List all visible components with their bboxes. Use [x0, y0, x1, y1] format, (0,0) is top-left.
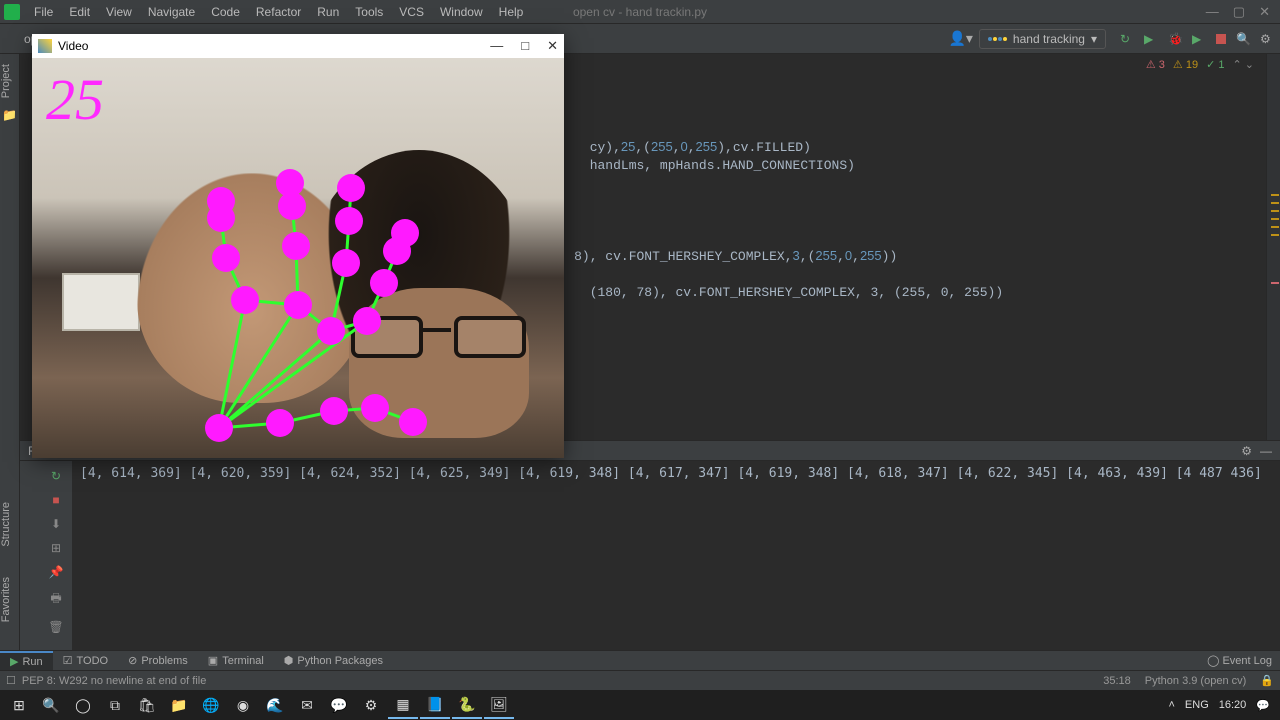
debug-icon[interactable]: 🐞: [1168, 32, 1182, 46]
notifications-icon[interactable]: 💬: [1256, 699, 1270, 712]
tray-chevron-icon[interactable]: ˄: [1168, 699, 1174, 711]
language-indicator[interactable]: ENG: [1185, 699, 1209, 711]
menu-tools[interactable]: Tools: [347, 0, 391, 24]
video-frame: 25: [32, 58, 564, 458]
cortana-icon[interactable]: ◯: [68, 691, 98, 719]
search-icon[interactable]: 🔍: [1236, 32, 1250, 46]
mail-icon[interactable]: ✉: [292, 691, 322, 719]
stop-icon[interactable]: [1216, 34, 1226, 44]
tab-todo[interactable]: ☑TODO: [53, 651, 118, 670]
interpreter-label[interactable]: Python 3.9 (open cv): [1145, 675, 1247, 687]
left-tool-strip: Project 📁 Structure Favorites: [0, 54, 20, 670]
settings-taskbar-icon[interactable]: ⚙: [356, 691, 386, 719]
video-minimize-icon[interactable]: —: [490, 38, 503, 54]
ide-menubar: FileEditViewNavigateCodeRefactorRunTools…: [0, 0, 1280, 24]
menu-vcs[interactable]: VCS: [391, 0, 432, 24]
event-log-link[interactable]: ◯ Event Log: [1207, 654, 1280, 667]
run-coverage-icon[interactable]: ▶: [1192, 32, 1206, 46]
lock-icon[interactable]: 🔒: [1260, 674, 1274, 687]
close-icon[interactable]: ✕: [1259, 4, 1270, 20]
print-icon[interactable]: 🖶: [50, 589, 61, 610]
menu-code[interactable]: Code: [203, 0, 248, 24]
hand-landmarks-overlay: [32, 58, 564, 458]
python-taskbar-icon[interactable]: 🐍: [452, 691, 482, 719]
word-icon[interactable]: 📘: [420, 691, 450, 719]
dropdown-icon: ▾: [1091, 32, 1097, 46]
video-taskbar-icon[interactable]: 🖼: [484, 691, 514, 719]
menu-file[interactable]: File: [26, 0, 61, 24]
caret-position[interactable]: 35:18: [1103, 675, 1131, 687]
pin-icon[interactable]: 📌: [49, 565, 64, 579]
rerun-action-icon[interactable]: ↻: [51, 469, 61, 483]
editor-minimap[interactable]: [1266, 54, 1280, 440]
rerun-icon[interactable]: ↻: [1120, 32, 1134, 46]
store-icon[interactable]: 🛍: [132, 691, 162, 719]
pycharm-icon: [4, 4, 20, 20]
video-title: Video: [58, 39, 88, 53]
structure-tool[interactable]: Structure: [0, 502, 12, 547]
tab-problems[interactable]: ⊘Problems: [118, 651, 198, 670]
run-icon[interactable]: ▶: [1144, 32, 1158, 46]
run-tool-window: R… ⚙ — ↻ ■ ⬇ ⊞ 📌 🖶 🗑 [4, 614, 369] [4, 6…: [20, 440, 1280, 670]
chrome-icon[interactable]: 🌐: [196, 691, 226, 719]
run-config-selector[interactable]: hand tracking ▾: [979, 29, 1106, 49]
taskview-icon[interactable]: ⧉: [100, 691, 130, 719]
bottom-tool-tabs: ▶Run ☑TODO ⊘Problems ▣Terminal ⬢Python P…: [0, 650, 1280, 670]
tab-terminal[interactable]: ▣Terminal: [198, 651, 274, 670]
user-icon[interactable]: 👤▾: [948, 30, 972, 47]
inspection-summary[interactable]: ⚠ 3 ⚠ 19 ✓ 1 ⌃ ⌄: [1146, 58, 1254, 71]
clock[interactable]: 16:20: [1219, 699, 1247, 711]
menu-edit[interactable]: Edit: [61, 0, 98, 24]
down-icon[interactable]: ⬇: [51, 517, 61, 531]
menu-window[interactable]: Window: [432, 0, 491, 24]
explorer-icon[interactable]: 📁: [164, 691, 194, 719]
tab-python-packages[interactable]: ⬢Python Packages: [274, 651, 393, 670]
menu-help[interactable]: Help: [491, 0, 532, 24]
layout-icon[interactable]: ⊞: [51, 541, 61, 555]
run-settings-icon[interactable]: ⚙: [1241, 444, 1252, 458]
favorites-tool[interactable]: Favorites: [0, 577, 12, 622]
menu-run[interactable]: Run: [309, 0, 347, 24]
console-output[interactable]: [4, 614, 369] [4, 620, 359] [4, 624, 352…: [72, 461, 1280, 660]
run-action-toolbar: ↻ ■ ⬇ ⊞ 📌 🖶 🗑: [40, 461, 72, 660]
status-icon[interactable]: ☐: [6, 674, 16, 687]
edge-icon[interactable]: 🌊: [260, 691, 290, 719]
opencv-video-window[interactable]: Video — □ ✕ 25: [32, 34, 564, 458]
run-config-label: hand tracking: [1013, 32, 1085, 46]
video-maximize-icon[interactable]: □: [521, 38, 529, 54]
video-titlebar[interactable]: Video — □ ✕: [32, 34, 564, 58]
menu-navigate[interactable]: Navigate: [140, 0, 203, 24]
project-tool[interactable]: Project: [0, 64, 12, 98]
window-controls: — ▢ ✕: [1206, 4, 1276, 20]
windows-taskbar: ⊞ 🔍 ◯ ⧉ 🛍 📁 🌐 ◉ 🌊 ✉ 💬 ⚙ ▦ 📘 🐍 🖼 ˄ ENG 16…: [0, 690, 1280, 720]
status-bar: ☐ PEP 8: W292 no newline at end of file …: [0, 670, 1280, 690]
trash-icon[interactable]: 🗑: [48, 620, 63, 634]
minimize-icon[interactable]: —: [1206, 4, 1219, 20]
app-icon-1[interactable]: ◉: [228, 691, 258, 719]
window-title: open cv - hand trackin.py: [573, 5, 707, 19]
maximize-icon[interactable]: ▢: [1233, 4, 1245, 20]
search-taskbar-icon[interactable]: 🔍: [36, 691, 66, 719]
tab-run[interactable]: ▶Run: [0, 651, 53, 670]
stop-action-icon[interactable]: ■: [52, 493, 59, 507]
settings-icon[interactable]: ⚙: [1260, 32, 1274, 46]
video-app-icon: [38, 39, 52, 53]
start-icon[interactable]: ⊞: [4, 691, 34, 719]
video-close-icon[interactable]: ✕: [547, 38, 558, 54]
run-minimize-icon[interactable]: —: [1260, 444, 1272, 458]
status-message: PEP 8: W292 no newline at end of file: [22, 675, 206, 687]
menu-view[interactable]: View: [98, 0, 140, 24]
whatsapp-icon[interactable]: 💬: [324, 691, 354, 719]
pycharm-taskbar-icon[interactable]: ▦: [388, 691, 418, 719]
menu-refactor[interactable]: Refactor: [248, 0, 309, 24]
